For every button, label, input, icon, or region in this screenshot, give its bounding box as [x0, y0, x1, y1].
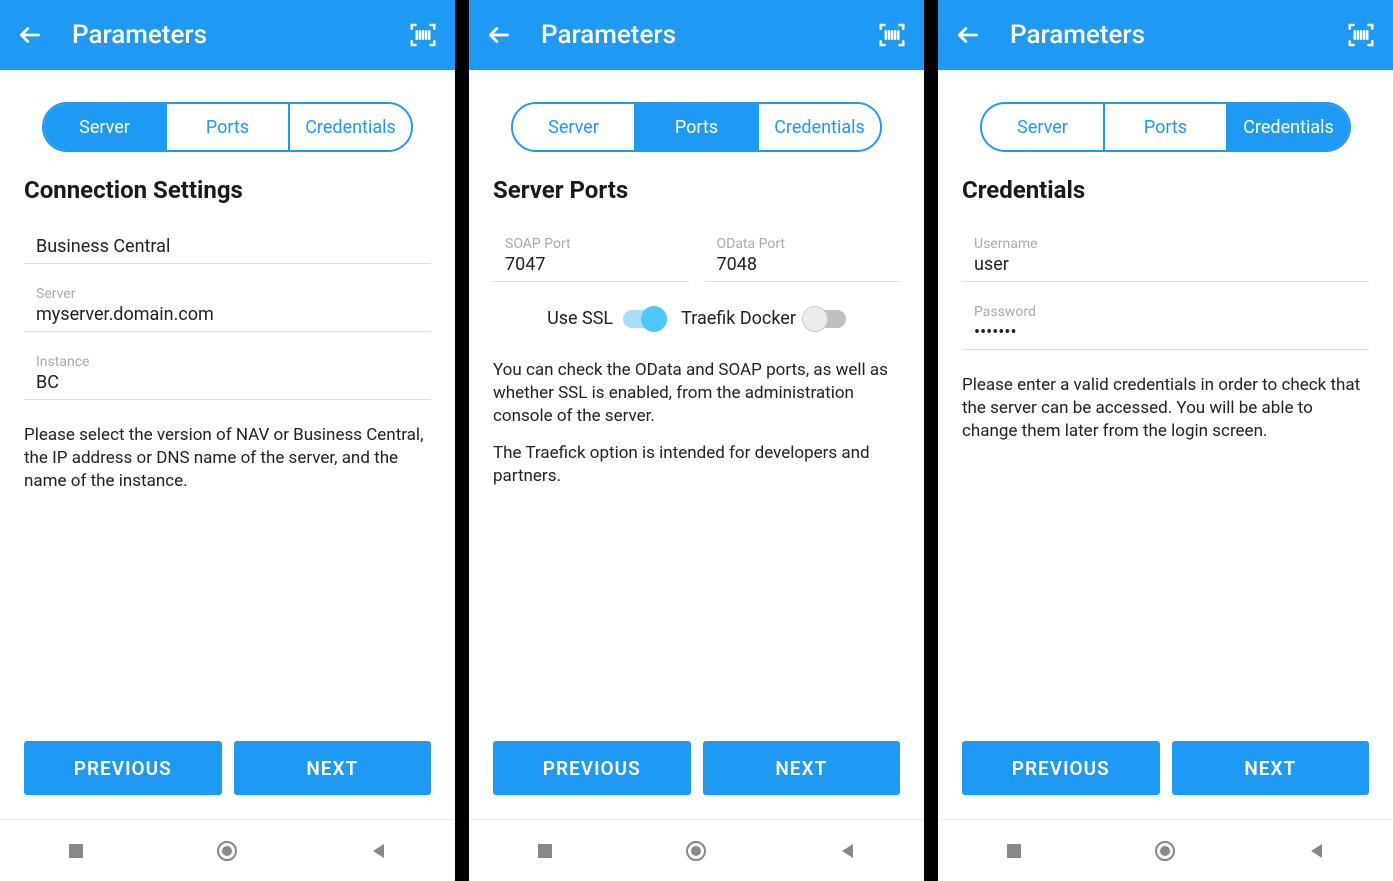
help-text-1: You can check the OData and SOAP ports, … — [493, 359, 900, 428]
nav-recent-icon[interactable] — [1000, 837, 1028, 865]
server-value: myserver.domain.com — [36, 304, 419, 325]
tab-ports[interactable]: Ports — [1103, 104, 1226, 150]
android-navbar — [0, 819, 455, 881]
content-area: Server Ports Credentials Connection Sett… — [0, 70, 455, 741]
toggle-row: Use SSL Traefik Docker — [493, 308, 900, 329]
username-label: Username — [974, 236, 1357, 252]
page-title: Parameters — [72, 20, 379, 50]
section-heading: Connection Settings — [24, 176, 431, 204]
barcode-scan-icon[interactable] — [407, 19, 439, 51]
tab-server[interactable]: Server — [44, 104, 165, 150]
tab-ports[interactable]: Ports — [165, 104, 288, 150]
instance-field[interactable]: Instance BC — [24, 346, 431, 400]
content-area: Server Ports Credentials Credentials Use… — [938, 70, 1393, 741]
traefik-label: Traefik Docker — [681, 308, 796, 329]
content-area: Server Ports Credentials Server Ports SO… — [469, 70, 924, 741]
version-field[interactable]: Business Central — [24, 228, 431, 264]
previous-button[interactable]: PREVIOUS — [493, 741, 691, 795]
instance-value: BC — [36, 372, 419, 393]
odata-port-field[interactable]: OData Port 7048 — [705, 228, 901, 282]
previous-button[interactable]: PREVIOUS — [962, 741, 1160, 795]
page-title: Parameters — [1010, 20, 1317, 50]
soap-port-value: 7047 — [505, 254, 677, 275]
version-value: Business Central — [36, 236, 419, 257]
server-label: Server — [36, 286, 419, 302]
ssl-label: Use SSL — [547, 308, 613, 329]
tab-server[interactable]: Server — [982, 104, 1103, 150]
appbar: Parameters — [469, 0, 924, 70]
tab-bar: Server Ports Credentials — [511, 102, 882, 152]
screen-ports: Parameters Server Ports Credentials Serv… — [469, 0, 924, 881]
soap-port-field[interactable]: SOAP Port 7047 — [493, 228, 689, 282]
next-button[interactable]: NEXT — [703, 741, 901, 795]
next-button[interactable]: NEXT — [1172, 741, 1370, 795]
odata-port-value: 7048 — [717, 254, 889, 275]
password-label: Password — [974, 304, 1357, 320]
tab-credentials[interactable]: Credentials — [757, 104, 880, 150]
footer-buttons: PREVIOUS NEXT — [469, 741, 924, 819]
nav-recent-icon[interactable] — [62, 837, 90, 865]
tab-bar: Server Ports Credentials — [980, 102, 1351, 152]
tab-ports[interactable]: Ports — [634, 104, 757, 150]
password-value: ••••••• — [974, 322, 1357, 343]
username-field[interactable]: Username user — [962, 228, 1369, 282]
ssl-toggle[interactable] — [623, 310, 663, 328]
help-text: Please enter a valid credentials in orde… — [962, 374, 1369, 443]
nav-home-icon[interactable] — [1151, 837, 1179, 865]
nav-home-icon[interactable] — [682, 837, 710, 865]
appbar: Parameters — [938, 0, 1393, 70]
username-value: user — [974, 254, 1357, 275]
help-text: Please select the version of NAV or Busi… — [24, 424, 431, 493]
nav-back-icon[interactable] — [365, 837, 393, 865]
nav-back-icon[interactable] — [1303, 837, 1331, 865]
screen-credentials: Parameters Server Ports Credentials Cred… — [938, 0, 1393, 881]
appbar: Parameters — [0, 0, 455, 70]
tab-bar: Server Ports Credentials — [42, 102, 413, 152]
tab-credentials[interactable]: Credentials — [1226, 104, 1349, 150]
previous-button[interactable]: PREVIOUS — [24, 741, 222, 795]
nav-back-icon[interactable] — [834, 837, 862, 865]
tab-server[interactable]: Server — [513, 104, 634, 150]
footer-buttons: PREVIOUS NEXT — [938, 741, 1393, 819]
barcode-scan-icon[interactable] — [1345, 19, 1377, 51]
back-button[interactable] — [485, 21, 513, 49]
tab-credentials[interactable]: Credentials — [288, 104, 411, 150]
back-button[interactable] — [954, 21, 982, 49]
help-text-2: The Traefick option is intended for deve… — [493, 442, 900, 488]
traefik-toggle[interactable] — [806, 310, 846, 328]
android-navbar — [469, 819, 924, 881]
android-navbar — [938, 819, 1393, 881]
nav-recent-icon[interactable] — [531, 837, 559, 865]
soap-port-label: SOAP Port — [505, 236, 677, 252]
page-title: Parameters — [541, 20, 848, 50]
screen-server: Parameters Server Ports Credentials Conn… — [0, 0, 455, 881]
instance-label: Instance — [36, 354, 419, 370]
section-heading: Server Ports — [493, 176, 900, 204]
odata-port-label: OData Port — [717, 236, 889, 252]
footer-buttons: PREVIOUS NEXT — [0, 741, 455, 819]
next-button[interactable]: NEXT — [234, 741, 432, 795]
section-heading: Credentials — [962, 176, 1369, 204]
nav-home-icon[interactable] — [213, 837, 241, 865]
barcode-scan-icon[interactable] — [876, 19, 908, 51]
server-field[interactable]: Server myserver.domain.com — [24, 278, 431, 332]
password-field[interactable]: Password ••••••• — [962, 296, 1369, 350]
back-button[interactable] — [16, 21, 44, 49]
